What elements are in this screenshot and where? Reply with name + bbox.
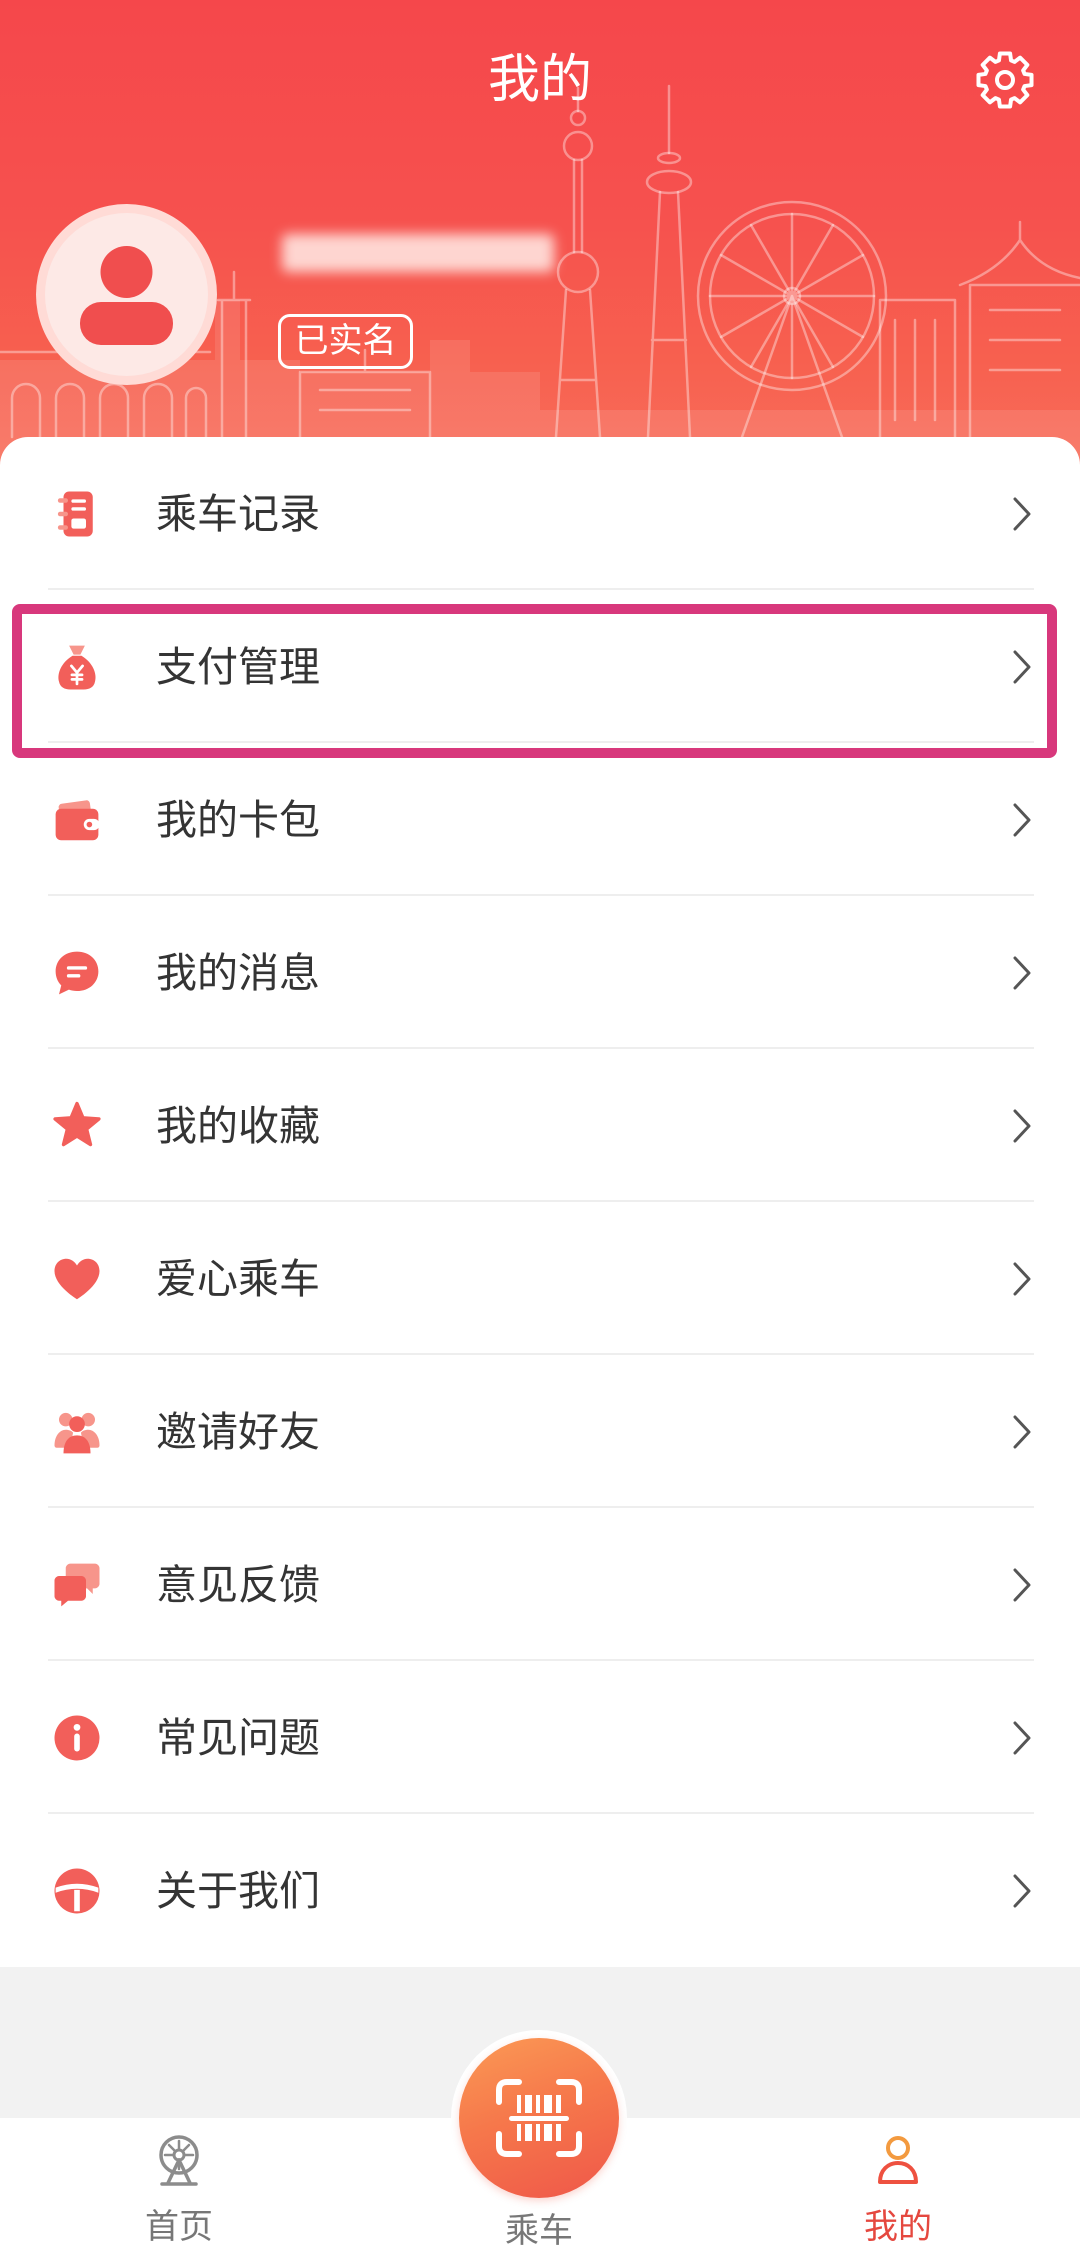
- page-title: 我的: [487, 51, 592, 109]
- menu-item-label: 我的卡包: [156, 796, 320, 843]
- chevron-right-icon: [1013, 1262, 1031, 1295]
- verified-badge: 已实名: [278, 314, 413, 369]
- menu-item-label: 意见反馈: [156, 1561, 320, 1608]
- settings-button[interactable]: [973, 48, 1037, 112]
- user-name-redacted: [282, 234, 554, 272]
- chevron-right-icon: [1013, 1415, 1031, 1448]
- chevron-right-icon: [1013, 650, 1031, 683]
- chevron-right-icon: [1013, 1874, 1031, 1907]
- menu-item-label: 关于我们: [156, 1867, 320, 1914]
- menu-item-ride-records[interactable]: 乘车记录: [0, 437, 1080, 590]
- user-icon: [878, 2136, 918, 2184]
- tab-mine[interactable]: 我的: [828, 2118, 968, 2267]
- money-bag-icon: [58, 645, 96, 689]
- info-icon: [54, 1715, 100, 1760]
- ride-record-icon: [57, 491, 93, 536]
- chevron-right-icon: [1013, 497, 1031, 530]
- menu-item-label: 支付管理: [156, 643, 320, 690]
- star-icon: [53, 1101, 101, 1146]
- menu-item-label: 常见问题: [156, 1714, 320, 1761]
- tab-label: 我的: [864, 2208, 932, 2246]
- chevron-right-icon: [1013, 1568, 1031, 1601]
- menu-item-invite-friends[interactable]: 邀请好友: [0, 1355, 1080, 1508]
- heart-icon: [54, 1258, 100, 1299]
- avatar[interactable]: [36, 204, 217, 385]
- message-icon: [55, 951, 99, 994]
- menu-item-label: 邀请好友: [156, 1408, 320, 1455]
- menu-item-label: 乘车记录: [156, 490, 320, 537]
- user-avatar-icon: [80, 246, 173, 345]
- chevron-right-icon: [1013, 1721, 1031, 1754]
- ferris-wheel-icon: [159, 2135, 199, 2186]
- feedback-icon: [54, 1563, 100, 1606]
- menu-item-card-wallet[interactable]: 我的卡包: [0, 743, 1080, 896]
- menu-item-messages[interactable]: 我的消息: [0, 896, 1080, 1049]
- chevron-right-icon: [1013, 803, 1031, 836]
- profile-header: 我的 已实名: [0, 0, 1080, 480]
- menu-item-favorites[interactable]: 我的收藏: [0, 1049, 1080, 1202]
- scan-ride-button[interactable]: [459, 2038, 619, 2198]
- bottom-nav: 首页 乘车 我的: [0, 2030, 1080, 2267]
- scan-code-icon: [496, 2079, 582, 2157]
- friends-icon: [54, 1412, 100, 1453]
- tab-label[interactable]: 乘车: [469, 2212, 609, 2250]
- chevron-right-icon: [1013, 1109, 1031, 1142]
- tab-label: 首页: [145, 2208, 213, 2246]
- chevron-right-icon: [1013, 956, 1031, 989]
- menu-item-feedback[interactable]: 意见反馈: [0, 1508, 1080, 1661]
- menu-item-label: 我的收藏: [156, 1102, 320, 1149]
- about-icon: [54, 1868, 100, 1913]
- menu-card: 乘车记录 支付管理 我的卡包 我的消息 我的收藏 爱心乘车 邀请好友 意见反馈 …: [0, 437, 1080, 1967]
- menu-item-about-us[interactable]: 关于我们: [0, 1814, 1080, 1967]
- menu-item-label: 我的消息: [156, 949, 320, 996]
- menu-item-faq[interactable]: 常见问题: [0, 1661, 1080, 1814]
- menu-item-label: 爱心乘车: [156, 1255, 320, 1302]
- tab-home[interactable]: 首页: [109, 2118, 249, 2267]
- menu-item-payment-management[interactable]: 支付管理: [0, 590, 1080, 743]
- wallet-icon: [55, 799, 100, 840]
- menu-item-care-ride[interactable]: 爱心乘车: [0, 1202, 1080, 1355]
- gear-icon: [976, 51, 1034, 109]
